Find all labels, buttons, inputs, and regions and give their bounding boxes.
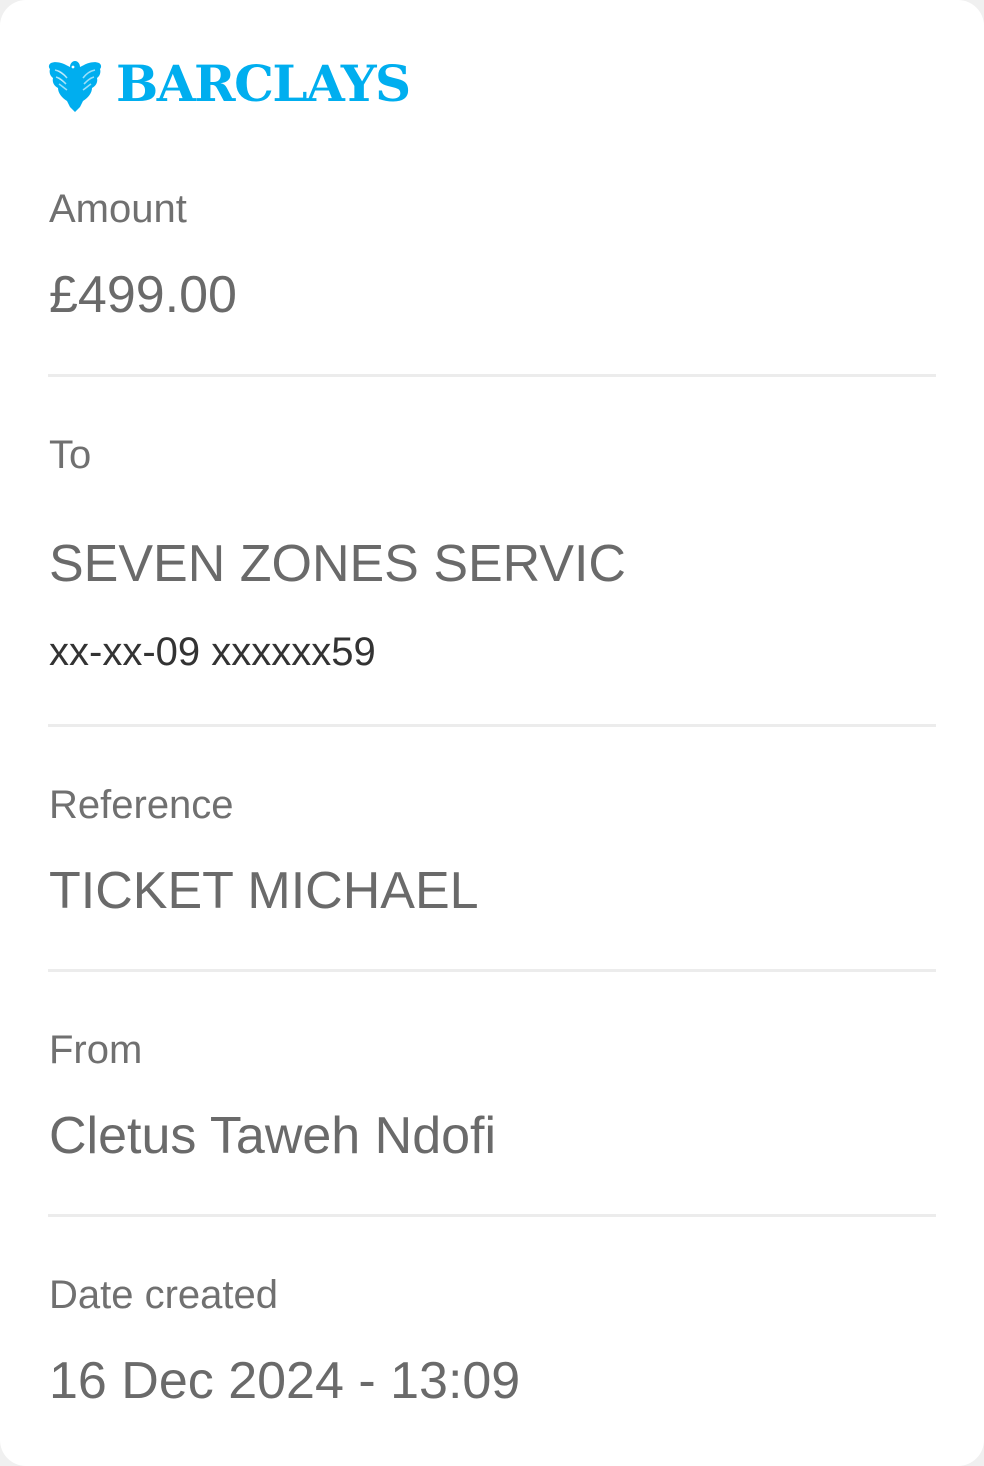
divider <box>48 724 936 727</box>
divider <box>48 374 936 377</box>
to-label: To <box>49 433 92 477</box>
date-created-label: Date created <box>49 1273 279 1317</box>
divider <box>48 969 936 972</box>
payee-name: SEVEN ZONES SERVIC <box>49 535 626 593</box>
reference-label: Reference <box>49 783 234 827</box>
reference-value: TICKET MICHAEL <box>49 862 479 920</box>
payee-account: xx-xx-09 xxxxxx59 <box>49 630 376 674</box>
amount-value: £499.00 <box>49 266 237 324</box>
brand-name: BARCLAYS <box>116 54 411 113</box>
date-created-value: 16 Dec 2024 - 13:09 <box>49 1352 521 1410</box>
from-value: Cletus Taweh Ndofi <box>49 1107 497 1165</box>
from-label: From <box>49 1028 143 1072</box>
payment-details-card: BARCLAYS Amount £499.00 To SEVEN ZONES S… <box>0 0 984 1466</box>
amount-label: Amount <box>49 187 187 231</box>
divider <box>48 1214 936 1217</box>
eagle-icon <box>48 61 102 112</box>
barclays-logo: BARCLAYS <box>48 52 411 116</box>
